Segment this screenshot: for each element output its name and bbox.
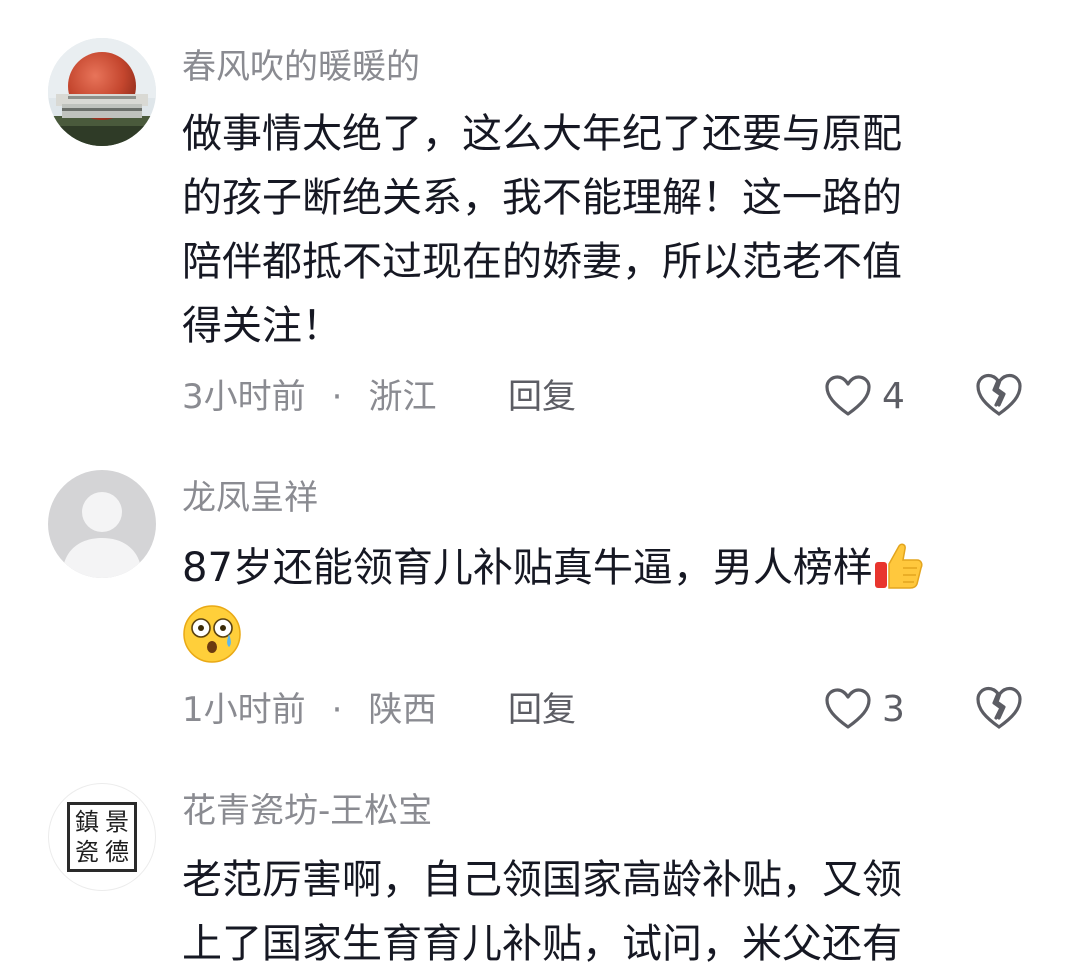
heart-icon [825,375,871,416]
comment-text: 老范厉害啊，自己领国家高龄补贴，又领 上了国家生育育儿补贴，试问，米父还有 [182,848,997,976]
separator-dot: · [331,690,343,730]
avatar-image [48,38,156,146]
seal-char: 德 [105,838,129,866]
comment-text: 做事情太绝了，这么大年纪了还要与原配 的孩子断绝关系，我不能理解！这一路的 陪伴… [182,102,997,358]
comment-text-line: 得关注！ [182,303,342,349]
comment-text-line: 做事情太绝了，这么大年纪了还要与原配 [182,111,902,157]
comment-time: 1小时前 [182,690,306,730]
comment-meta: 3小时前 · 浙江 回复 [182,377,576,417]
avatar[interactable] [48,38,156,146]
comment-text: 87岁还能领育儿补贴真牛逼，男人榜样 [182,536,1022,664]
separator-dot: · [331,377,343,417]
comment-text-line [182,600,1022,664]
avatar[interactable] [48,470,156,578]
broken-heart-icon [976,373,1022,416]
heart-icon [825,688,871,729]
broken-heart-icon [976,686,1022,729]
like-count: 4 [882,375,905,417]
seal-char: 景 [105,808,129,836]
reply-button[interactable]: 回复 [508,377,576,417]
seal-char: 瓷 [75,838,99,866]
comment-meta: 1小时前 · 陕西 回复 [182,690,576,730]
username[interactable]: 花青瓷坊-王松宝 [182,791,432,831]
comment-time: 3小时前 [182,377,306,417]
comment-text-line: 的孩子断绝关系，我不能理解！这一路的 [182,175,902,221]
comment-text-line: 87岁还能领育儿补贴真牛逼，男人榜样 [182,536,1022,600]
dislike-button[interactable] [974,372,1024,420]
avatar[interactable]: 鎮 景 瓷 德 [48,783,156,891]
comment-text-line: 老范厉害啊，自己领国家高龄补贴，又领 [182,857,902,903]
username[interactable]: 春风吹的暖暖的 [182,47,420,87]
seal-logo: 鎮 景 瓷 德 [67,802,137,872]
comment-text-line: 陪伴都抵不过现在的娇妻，所以范老不值 [182,239,902,285]
thumbs-up-icon [874,543,923,589]
dislike-button[interactable] [974,685,1024,733]
dizzy-face-icon [183,605,241,663]
comment-text-line: 上了国家生育育儿补贴，试问，米父还有 [182,921,902,967]
thumbs-up-emoji-icon [873,540,925,592]
like-button[interactable]: 4 [824,372,905,420]
like-button[interactable]: 3 [824,685,905,733]
default-avatar-icon [48,470,156,578]
like-count: 3 [882,688,905,730]
comment-text-main: 87岁还能领育儿补贴真牛逼，男人榜样 [182,545,873,591]
dizzy-face-emoji-icon [182,604,242,664]
username[interactable]: 龙凤呈祥 [182,478,318,518]
reply-button[interactable]: 回复 [508,690,576,730]
seal-char: 鎮 [75,808,99,836]
comment-location: 浙江 [368,377,437,417]
comment-location: 陕西 [368,690,437,730]
